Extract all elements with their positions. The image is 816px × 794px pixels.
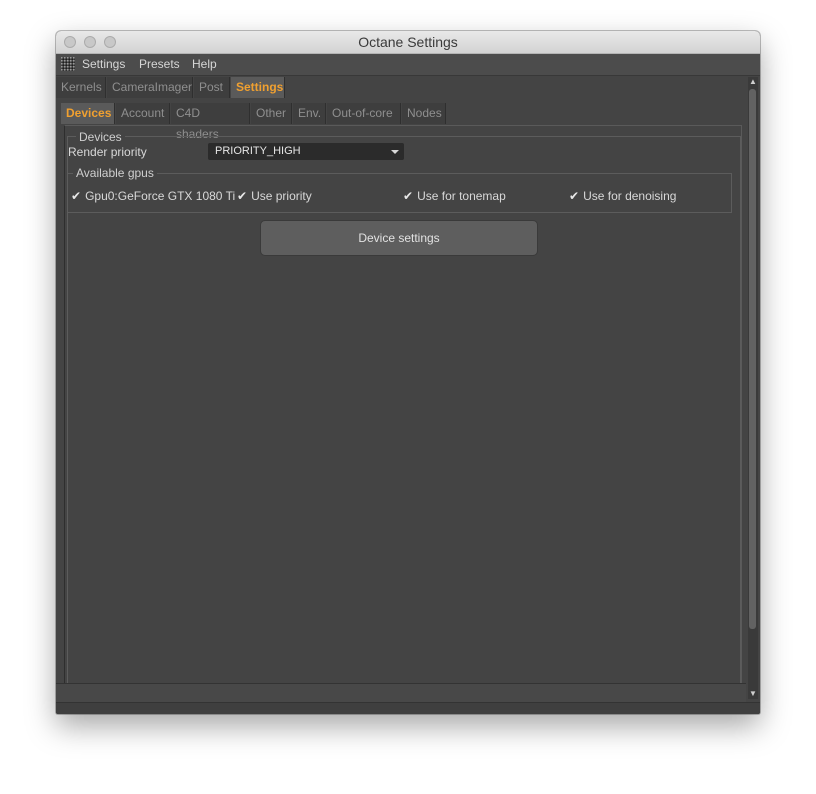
available-gpus-legend: Available gpus	[73, 166, 157, 180]
render-priority-dropdown[interactable]: PRIORITY_HIGH	[208, 143, 404, 160]
use-priority-label: Use priority	[251, 189, 312, 203]
checkmark-icon: ✔	[237, 189, 248, 203]
checkmark-icon: ✔	[71, 189, 82, 203]
sub-tab-bar: Devices Account C4D shaders Other Env. O…	[56, 103, 746, 141]
use-tonemap-checkbox[interactable]: ✔ Use for tonemap	[403, 189, 506, 203]
octane-settings-window: Octane Settings Settings Presets Help Ke…	[56, 31, 760, 714]
gpu0-label: Gpu0:GeForce GTX 1080 Ti	[85, 189, 236, 203]
tab-nodes[interactable]: Nodes	[402, 103, 446, 124]
tab-out-of-core[interactable]: Out-of-core	[327, 103, 401, 124]
gpu0-checkbox[interactable]: ✔ Gpu0:GeForce GTX 1080 Ti	[71, 189, 235, 203]
devices-group-legend: Devices	[76, 130, 125, 144]
available-gpus-group: Available gpus ✔ Gpu0:GeForce GTX 1080 Ti…	[67, 166, 732, 213]
chevron-down-icon	[391, 150, 399, 154]
status-bar	[56, 683, 746, 702]
tab-cameraimager[interactable]: CameraImager	[107, 77, 193, 98]
vertical-scrollbar[interactable]: ▲ ▼	[748, 77, 758, 699]
scroll-down-icon[interactable]: ▼	[748, 689, 758, 699]
tab-settings[interactable]: Settings	[231, 77, 285, 98]
tab-c4d-shaders[interactable]: C4D shaders	[171, 103, 250, 141]
tab-other[interactable]: Other	[251, 103, 292, 124]
use-denoising-label: Use for denoising	[583, 189, 677, 203]
tab-devices[interactable]: Devices	[61, 103, 115, 124]
use-denoising-checkbox[interactable]: ✔ Use for denoising	[569, 189, 676, 203]
tab-env[interactable]: Env.	[293, 103, 326, 124]
device-settings-button[interactable]: Device settings	[260, 220, 538, 256]
grid-grip-icon[interactable]	[61, 57, 75, 71]
menu-bar: Settings Presets Help	[56, 54, 760, 76]
render-priority-value: PRIORITY_HIGH	[215, 145, 301, 157]
tab-post[interactable]: Post	[194, 77, 230, 98]
checkmark-icon: ✔	[403, 189, 414, 203]
menu-settings[interactable]: Settings	[82, 57, 125, 71]
tab-kernels[interactable]: Kernels	[56, 77, 106, 98]
use-tonemap-label: Use for tonemap	[417, 189, 506, 203]
window-title: Octane Settings	[358, 34, 458, 50]
tab-account[interactable]: Account	[116, 103, 170, 124]
devices-group: Devices	[67, 130, 741, 689]
scroll-up-icon[interactable]: ▲	[748, 77, 758, 87]
window-bottom-bar	[56, 702, 760, 714]
render-priority-label: Render priority	[68, 145, 147, 159]
title-bar[interactable]: Octane Settings	[56, 31, 760, 54]
scroll-thumb[interactable]	[749, 89, 756, 629]
menu-help[interactable]: Help	[192, 57, 217, 71]
menu-presets[interactable]: Presets	[139, 57, 180, 71]
checkmark-icon: ✔	[569, 189, 580, 203]
use-priority-checkbox[interactable]: ✔ Use priority	[237, 189, 312, 203]
main-tab-bar: Kernels CameraImager Post Settings	[56, 77, 746, 98]
